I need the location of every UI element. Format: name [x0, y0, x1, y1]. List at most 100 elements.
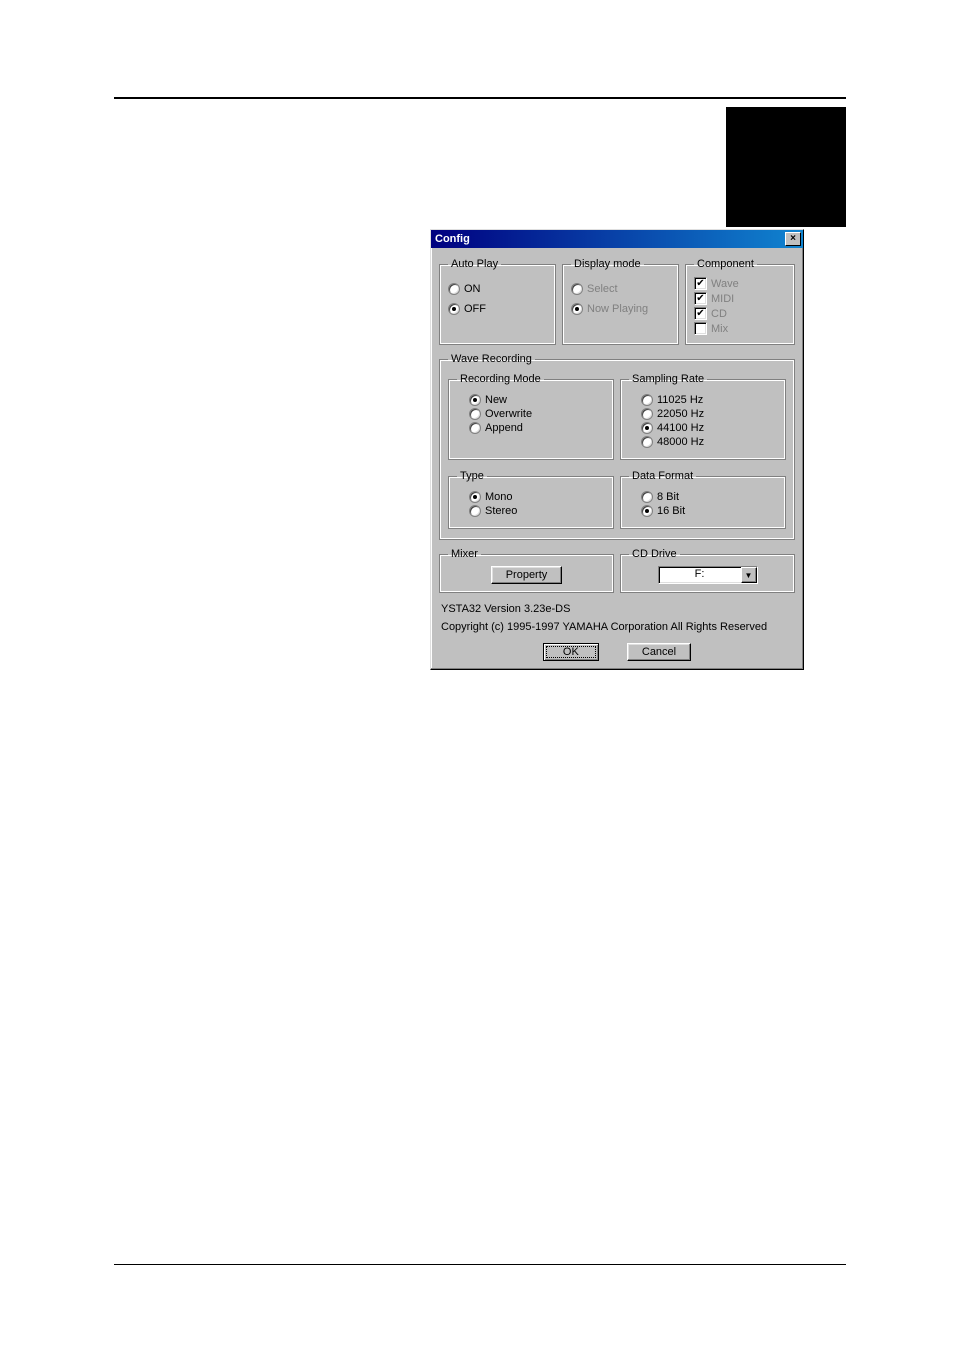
- close-icon: ×: [790, 233, 796, 244]
- chevron-down-icon[interactable]: ▼: [741, 567, 757, 583]
- type-stereo[interactable]: Stereo: [469, 505, 517, 517]
- dialog-titlebar: Config ×: [431, 230, 803, 248]
- component-legend: Component: [694, 258, 757, 270]
- radio-icon: [448, 303, 460, 315]
- displaymode-nowplaying-label: Now Playing: [587, 303, 648, 315]
- radio-icon: [469, 491, 481, 503]
- srate-11025-label: 11025 Hz: [657, 394, 703, 406]
- ok-button[interactable]: OK: [543, 643, 599, 661]
- radio-icon: [641, 408, 653, 420]
- cancel-button-label: Cancel: [642, 646, 676, 658]
- copyright-text: Copyright (c) 1995-1997 YAMAHA Corporati…: [441, 621, 793, 633]
- radio-icon: [469, 422, 481, 434]
- dialog-body: Auto Play ON OFF Display mode: [431, 248, 803, 669]
- recordingmode-group: Recording Mode New Overwrite: [448, 373, 614, 460]
- cancel-button[interactable]: Cancel: [627, 643, 691, 661]
- radio-icon: [641, 394, 653, 406]
- autoplay-legend: Auto Play: [448, 258, 501, 270]
- component-mix-label: Mix: [711, 323, 728, 335]
- radio-icon: [641, 491, 653, 503]
- property-button-label: Property: [506, 569, 548, 581]
- autoplay-group: Auto Play ON OFF: [439, 258, 556, 345]
- type-mono[interactable]: Mono: [469, 491, 513, 503]
- component-wave-label: Wave: [711, 278, 739, 290]
- displaymode-legend: Display mode: [571, 258, 644, 270]
- radio-icon: [641, 505, 653, 517]
- srate-22050-label: 22050 Hz: [657, 408, 704, 420]
- displaymode-select-label: Select: [587, 283, 618, 295]
- radio-icon: [571, 283, 583, 295]
- mixer-legend: Mixer: [448, 548, 481, 560]
- dialog-buttons: OK Cancel: [439, 643, 795, 661]
- radio-icon: [641, 422, 653, 434]
- recmode-new-label: New: [485, 394, 507, 406]
- cddrive-combo[interactable]: F: ▼: [658, 566, 758, 584]
- dfmt-16bit[interactable]: 16 Bit: [641, 505, 685, 517]
- recmode-overwrite[interactable]: Overwrite: [469, 408, 532, 420]
- autoplay-on-option[interactable]: ON: [448, 283, 547, 295]
- component-cd-label: CD: [711, 308, 727, 320]
- type-group: Type Mono Stereo: [448, 470, 614, 529]
- checkbox-icon: [694, 307, 707, 320]
- dfmt-16bit-label: 16 Bit: [657, 505, 685, 517]
- component-cd: CD: [694, 307, 786, 320]
- dfmt-8bit-label: 8 Bit: [657, 491, 679, 503]
- radio-icon: [469, 394, 481, 406]
- dataformat-legend: Data Format: [629, 470, 696, 482]
- waverecording-legend: Wave Recording: [448, 353, 535, 365]
- radio-icon: [448, 283, 460, 295]
- radio-icon: [469, 408, 481, 420]
- version-text: YSTA32 Version 3.23e-DS: [441, 603, 793, 615]
- property-button[interactable]: Property: [491, 566, 563, 584]
- autoplay-off-option[interactable]: OFF: [448, 303, 547, 315]
- type-mono-label: Mono: [485, 491, 513, 503]
- samplingrate-legend: Sampling Rate: [629, 373, 707, 385]
- srate-11025[interactable]: 11025 Hz: [641, 394, 703, 406]
- srate-44100-label: 44100 Hz: [657, 422, 704, 434]
- recmode-overwrite-label: Overwrite: [485, 408, 532, 420]
- dataformat-group: Data Format 8 Bit 16 Bit: [620, 470, 786, 529]
- document-page: Config × Auto Play ON OFF: [0, 0, 954, 1351]
- radio-icon: [641, 436, 653, 448]
- checkbox-icon: [694, 322, 707, 335]
- checkbox-icon: [694, 277, 707, 290]
- displaymode-nowplaying-option: Now Playing: [571, 303, 670, 315]
- top-row: Auto Play ON OFF Display mode: [439, 254, 795, 349]
- mixer-cd-row: Mixer Property CD Drive F: ▼: [439, 544, 795, 597]
- cddrive-legend: CD Drive: [629, 548, 680, 560]
- dialog-title: Config: [435, 233, 785, 245]
- component-midi-label: MIDI: [711, 293, 734, 305]
- autoplay-off-label: OFF: [464, 303, 486, 315]
- component-mix: Mix: [694, 322, 786, 335]
- cddrive-value: F:: [659, 567, 741, 583]
- close-button[interactable]: ×: [785, 232, 801, 246]
- recmode-append-label: Append: [485, 422, 523, 434]
- srate-48000-label: 48000 Hz: [657, 436, 704, 448]
- checkbox-icon: [694, 292, 707, 305]
- mixer-group: Mixer Property: [439, 548, 614, 593]
- type-stereo-label: Stereo: [485, 505, 517, 517]
- samplingrate-group: Sampling Rate 11025 Hz 22050 Hz: [620, 373, 786, 460]
- radio-icon: [469, 505, 481, 517]
- recmode-append[interactable]: Append: [469, 422, 523, 434]
- black-side-tab: [726, 107, 846, 227]
- ok-button-label: OK: [563, 646, 579, 658]
- component-midi: MIDI: [694, 292, 786, 305]
- radio-icon: [571, 303, 583, 315]
- cddrive-group: CD Drive F: ▼: [620, 548, 795, 593]
- dfmt-8bit[interactable]: 8 Bit: [641, 491, 679, 503]
- displaymode-select-option: Select: [571, 283, 670, 295]
- recordingmode-legend: Recording Mode: [457, 373, 544, 385]
- config-dialog: Config × Auto Play ON OFF: [430, 229, 804, 670]
- autoplay-on-label: ON: [464, 283, 481, 295]
- component-group: Component Wave MIDI CD: [685, 258, 795, 345]
- srate-48000[interactable]: 48000 Hz: [641, 436, 704, 448]
- top-rule: [114, 97, 846, 99]
- recmode-new[interactable]: New: [469, 394, 507, 406]
- displaymode-group: Display mode Select Now Playing: [562, 258, 679, 345]
- srate-22050[interactable]: 22050 Hz: [641, 408, 704, 420]
- waverecording-group: Wave Recording Recording Mode New Overwr…: [439, 353, 795, 540]
- type-legend: Type: [457, 470, 487, 482]
- bottom-rule: [114, 1264, 846, 1265]
- srate-44100[interactable]: 44100 Hz: [641, 422, 704, 434]
